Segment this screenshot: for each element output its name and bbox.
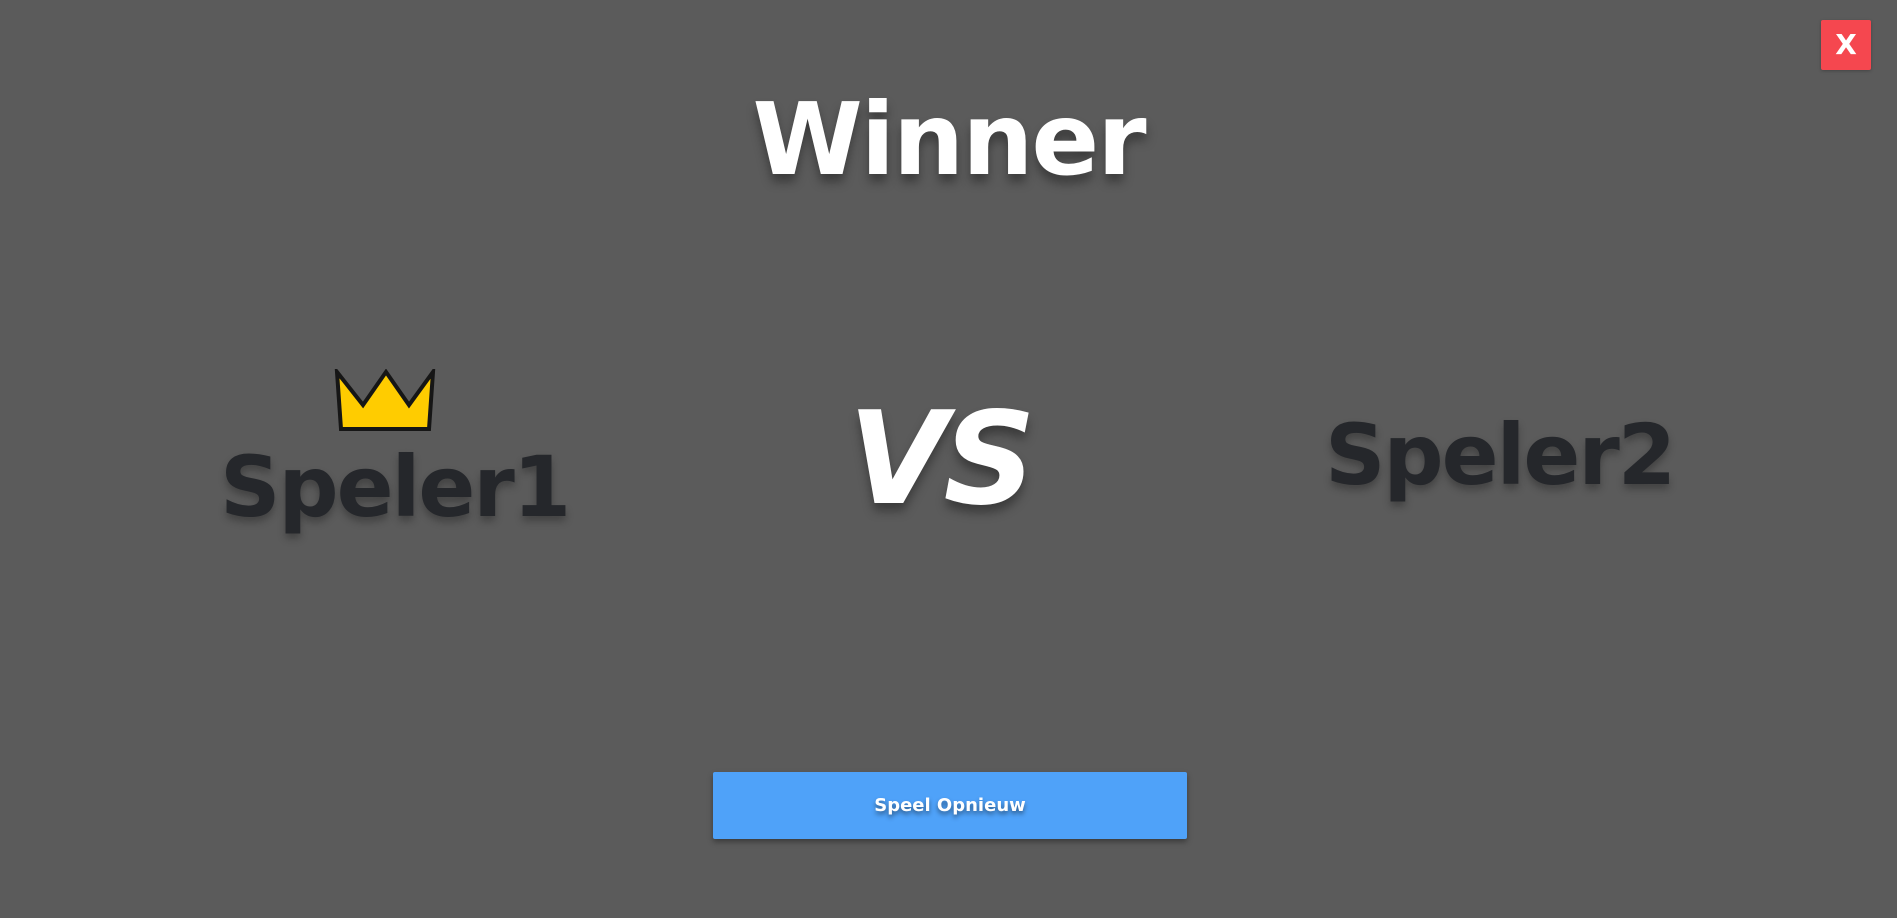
winner-title: Winner xyxy=(752,81,1146,198)
versus-label: VS xyxy=(848,385,1035,534)
play-again-button[interactable]: Speel Opnieuw xyxy=(713,772,1187,839)
player-1-name: Speler1 xyxy=(220,438,571,536)
player-2-name: Speler2 xyxy=(1325,406,1676,504)
close-button[interactable]: X xyxy=(1821,20,1871,70)
crown-icon xyxy=(334,369,436,431)
